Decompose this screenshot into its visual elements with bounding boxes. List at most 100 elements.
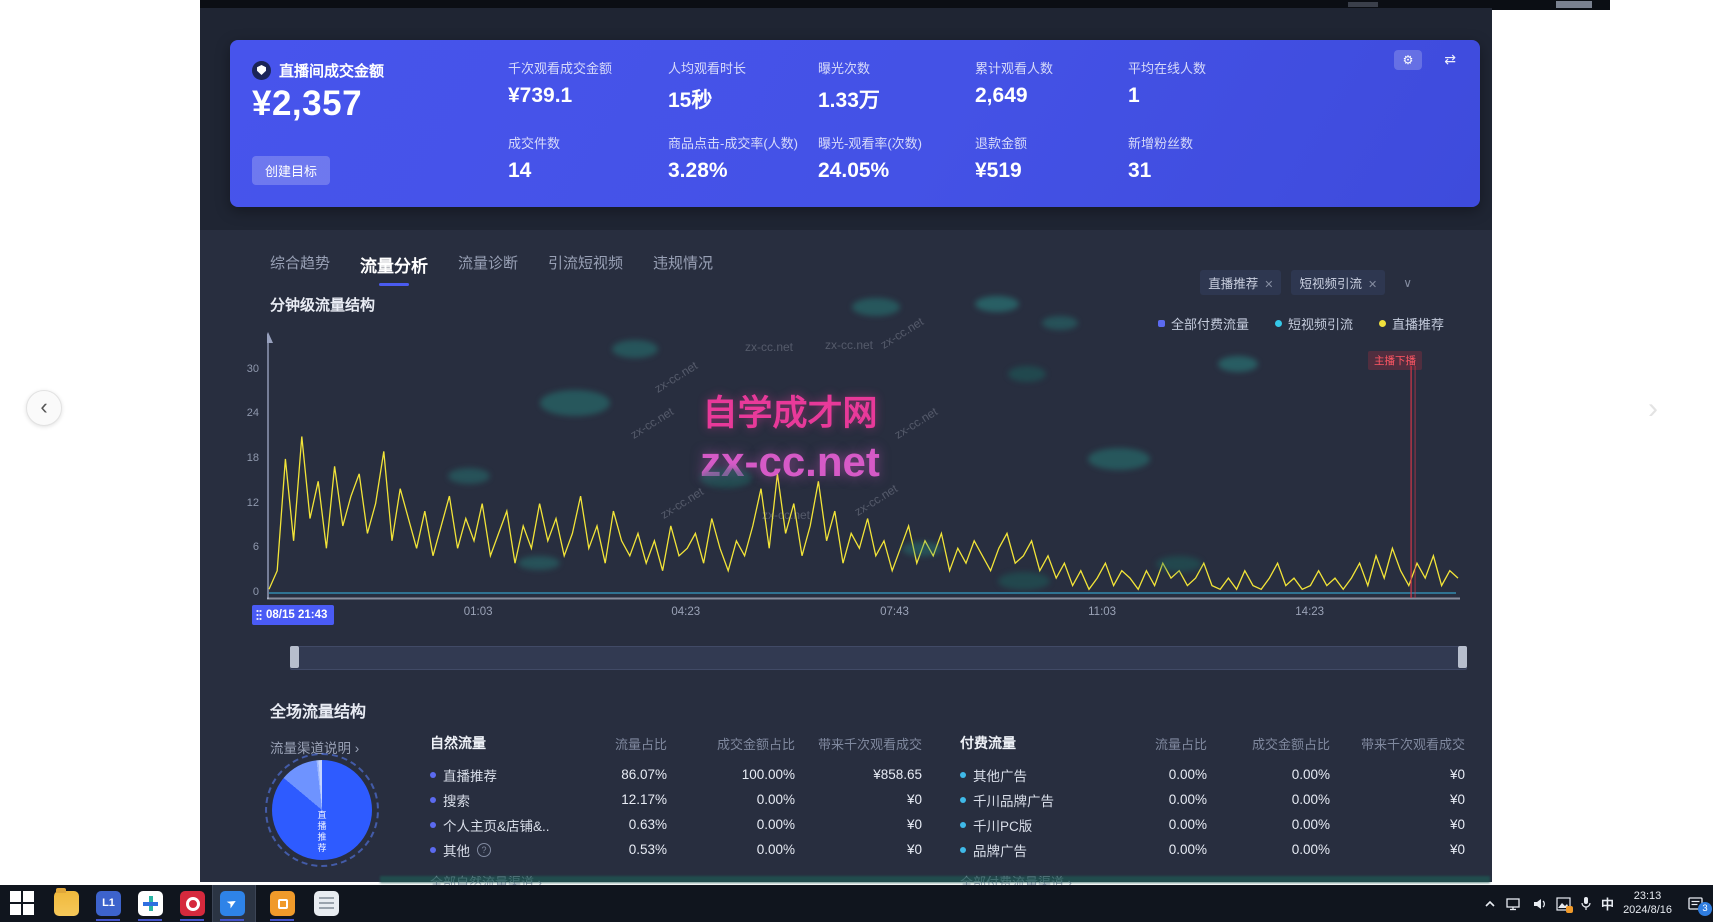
col-header: 流量占比 xyxy=(1132,734,1207,753)
x-tick-label: 07:43 xyxy=(865,606,925,618)
info-icon[interactable]: ? xyxy=(477,843,491,857)
metric-label: 平均在线人数 xyxy=(1128,58,1278,77)
table-row: 千川品牌广告0.00%0.00%¥0 xyxy=(960,787,1465,812)
metric-label: 千次观看成交金额 xyxy=(508,58,658,77)
chip-close-icon[interactable]: ✕ xyxy=(1368,279,1377,291)
prev-page-button[interactable]: ‹ xyxy=(26,390,62,426)
y-tick-label: 6 xyxy=(233,541,259,553)
running-indicator xyxy=(220,919,244,921)
table-cell-value: 86.07% xyxy=(592,767,667,782)
table-row: 其他?0.53%0.00%¥0 xyxy=(430,837,922,862)
top-strip-mark xyxy=(1348,2,1378,7)
chip-close-icon[interactable]: ✕ xyxy=(1264,279,1273,291)
col-header: 带来千次观看成交 xyxy=(795,734,922,753)
slider-right-handle[interactable] xyxy=(1458,646,1467,668)
start-button[interactable] xyxy=(10,891,34,915)
red-ring-app-icon[interactable] xyxy=(180,891,205,916)
channel-dot-icon xyxy=(430,772,436,778)
file-explorer-icon[interactable] xyxy=(54,891,79,916)
tab-综合趋势[interactable]: 综合趋势 xyxy=(270,252,330,279)
table-cell-value: ¥0 xyxy=(795,842,922,857)
microphone-icon[interactable] xyxy=(1580,896,1592,911)
create-goal-button[interactable]: 创建目标 xyxy=(252,156,330,185)
filter-chip-live-recommend[interactable]: 直播推荐 ✕ xyxy=(1200,270,1281,295)
plus-app-icon[interactable] xyxy=(138,891,163,916)
table-cell-value: 0.00% xyxy=(1132,792,1207,807)
table-cell-value: 0.00% xyxy=(667,792,795,807)
banner-metric: 累计观看人数2,649 xyxy=(975,58,1125,108)
banner-swap-icon[interactable]: ⇄ xyxy=(1444,51,1456,68)
start-time-label: 08/15 21:43 xyxy=(266,609,327,621)
table-row: 直播推荐86.07%100.00%¥858.65 xyxy=(430,762,922,787)
volume-icon[interactable] xyxy=(1532,897,1547,911)
tab-违规情况[interactable]: 违规情况 xyxy=(653,252,713,279)
table-cell-value: 0.63% xyxy=(592,817,667,832)
banner-metric: 商品点击-成交率(人数) 3.28% xyxy=(668,133,818,183)
l1-app-icon[interactable]: L1 xyxy=(96,891,121,916)
next-page-chevron-icon[interactable]: › xyxy=(1648,392,1658,426)
filter-chip-short-video[interactable]: 短视频引流✕ xyxy=(1291,270,1385,295)
drag-grip-icon xyxy=(256,609,262,621)
orange-app-icon[interactable] xyxy=(270,891,295,916)
y-tick-label: 0 xyxy=(233,586,259,598)
donut-center-label: 直播推荐 xyxy=(316,810,329,854)
channel-name: 千川品牌广告 xyxy=(973,790,1054,810)
running-indicator xyxy=(96,919,120,921)
table-row: 其他广告0.00%0.00%¥0 xyxy=(960,762,1465,787)
y-tick-label: 24 xyxy=(233,407,259,419)
metric-label: 退款金额 xyxy=(975,133,1125,152)
banner-metric: 退款金额¥519 xyxy=(975,133,1125,183)
tab-流量诊断[interactable]: 流量诊断 xyxy=(458,252,518,279)
channel-dot-icon xyxy=(960,822,966,828)
channel-name: 搜索 xyxy=(443,790,470,810)
metric-value: 3.28% xyxy=(668,159,818,183)
cursor-app-icon[interactable]: ➤ xyxy=(220,891,245,916)
slider-left-handle[interactable] xyxy=(290,646,299,668)
channel-name: 个人主页&店铺&.. xyxy=(443,815,550,835)
paid-traffic-table: 付费流量 流量占比 成交金额占比 带来千次观看成交 其他广告0.00%0.00%… xyxy=(960,732,1465,891)
clock[interactable]: 23:13 2024/8/16 xyxy=(1623,890,1672,918)
table-row: 千川PC版0.00%0.00%¥0 xyxy=(960,812,1465,837)
chip-label: 直播推荐 xyxy=(1208,277,1258,291)
network-icon[interactable] xyxy=(1506,897,1523,911)
tray-date: 2024/8/16 xyxy=(1623,904,1672,916)
gmv-banner: 直播间成交金额 ¥2,357 创建目标 ⚙ ⇄ 千次观看成交金额¥739.1人均… xyxy=(230,40,1480,207)
channel-name: 千川PC版 xyxy=(973,815,1032,835)
metric-label: 新增粉丝数 xyxy=(1128,133,1278,152)
tray-time: 23:13 xyxy=(1634,890,1662,902)
metric-label: 曝光次数 xyxy=(818,58,968,77)
notification-center-icon[interactable]: 3 xyxy=(1687,896,1705,912)
photo-app-icon[interactable] xyxy=(1556,897,1571,911)
tab-流量分析[interactable]: 流量分析 xyxy=(360,252,428,283)
channel-dot-icon xyxy=(430,822,436,828)
metric-value: 1 xyxy=(1128,84,1278,108)
table-row: 个人主页&店铺&..0.63%0.00%¥0 xyxy=(430,812,922,837)
tray-expand-chevron-icon[interactable] xyxy=(1483,897,1497,911)
censor-smudge xyxy=(975,296,1019,312)
metric-label: 商品点击-成交率(人数) xyxy=(668,133,818,152)
gmv-amount: ¥2,357 xyxy=(252,84,362,124)
metric-value: 2,649 xyxy=(975,84,1125,108)
channel-name: 其他广告 xyxy=(973,765,1027,785)
y-tick-label: 30 xyxy=(233,363,259,375)
x-tick-label: 14:23 xyxy=(1280,606,1340,618)
stream-end-marker-badge: 主播下播 xyxy=(1368,351,1422,370)
y-tick-label: 12 xyxy=(233,497,259,509)
minute-traffic-chart: 3024181260 01:0304:2307:4311:0314:23 xyxy=(267,330,1460,602)
tab-引流短视频[interactable]: 引流短视频 xyxy=(548,252,623,279)
legend-dot-icon xyxy=(1275,320,1282,327)
censor-smudge xyxy=(852,298,900,316)
notification-count-badge: 3 xyxy=(1698,902,1712,916)
x-axis-start-drag-label[interactable]: 08/15 21:43 xyxy=(252,605,334,625)
notepad-icon[interactable] xyxy=(314,891,339,916)
table-cell-value: 0.00% xyxy=(1132,842,1207,857)
time-range-slider[interactable] xyxy=(290,646,1467,670)
censor-smudge xyxy=(1042,316,1078,330)
banner-metric: 平均在线人数 1 xyxy=(1128,58,1278,108)
ime-language-indicator[interactable]: 中 xyxy=(1601,894,1614,913)
chevron-down-icon[interactable]: ∨ xyxy=(1403,276,1412,290)
channel-dot-icon xyxy=(430,847,436,853)
system-tray: 中 23:13 2024/8/16 3 xyxy=(1483,885,1705,922)
legend-dot-icon xyxy=(1158,320,1165,327)
banner-settings-gear-icon[interactable]: ⚙ xyxy=(1394,50,1422,70)
